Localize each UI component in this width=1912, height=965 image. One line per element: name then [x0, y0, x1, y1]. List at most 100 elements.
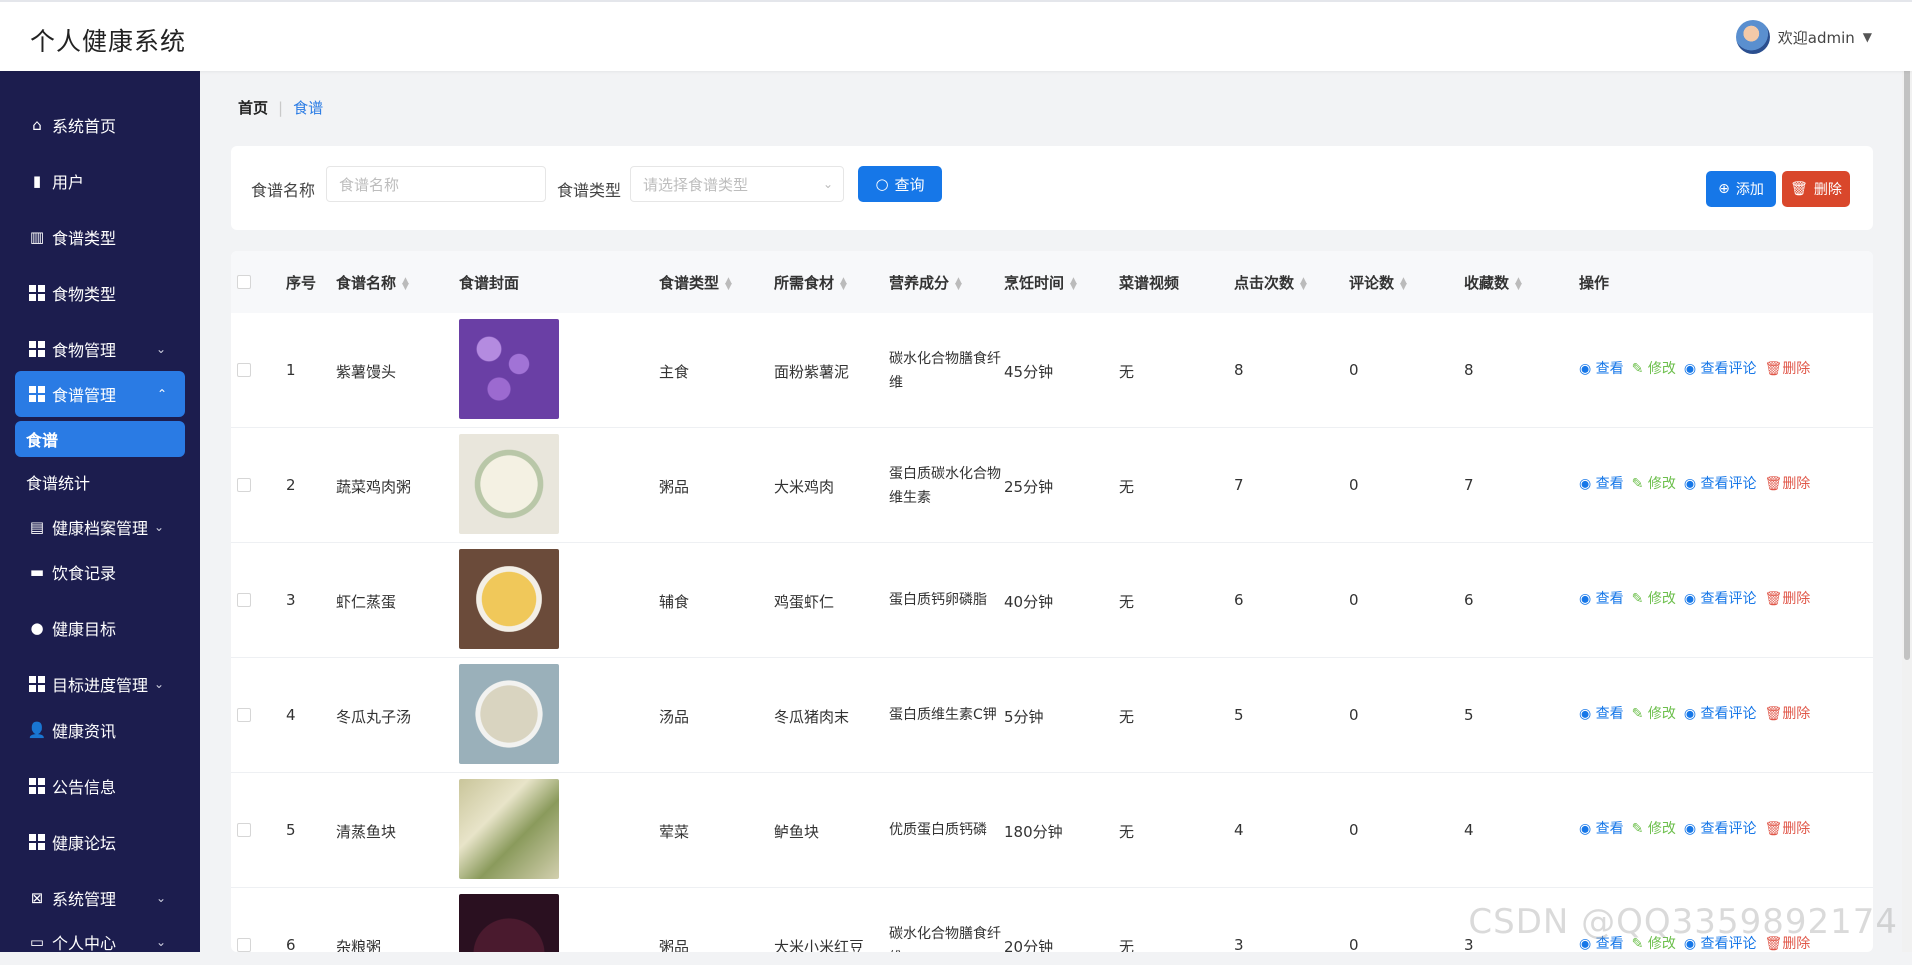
pencil-icon: ✎: [1632, 591, 1648, 607]
chevron-down-icon: ⌄: [156, 891, 166, 905]
sidebar-subitem-recipe-stats[interactable]: 食谱统计: [26, 470, 90, 494]
row-checkbox[interactable]: [237, 938, 251, 952]
view-button[interactable]: ◉ 查看: [1579, 818, 1624, 838]
scrollbar-thumb[interactable]: [1904, 10, 1910, 660]
sidebar-item-health-records[interactable]: ▤健康档案管理 ⌄: [0, 504, 200, 550]
header-comments[interactable]: 评论数▲▼: [1349, 272, 1407, 293]
header-favorites[interactable]: 收藏数▲▼: [1464, 272, 1522, 293]
sidebar-item-users[interactable]: ▮用户: [0, 158, 200, 204]
sort-icon[interactable]: ▲▼: [840, 278, 847, 290]
sidebar-item-home[interactable]: ⌂系统首页: [0, 102, 200, 148]
view-button[interactable]: ◉ 查看: [1579, 358, 1624, 378]
app-title: 个人健康系统: [30, 22, 186, 58]
sort-icon[interactable]: ▲▼: [725, 278, 732, 290]
header-cook-time[interactable]: 烹饪时间▲▼: [1004, 272, 1077, 293]
edit-button[interactable]: ✎ 修改: [1632, 588, 1676, 608]
header-ingredients[interactable]: 所需食材▲▼: [774, 272, 847, 293]
sidebar-item-announcements[interactable]: 公告信息: [0, 763, 200, 809]
trash-icon: 🗑: [1765, 591, 1783, 607]
cell-clicks: 6: [1234, 591, 1244, 609]
edit-button[interactable]: ✎ 修改: [1632, 818, 1676, 838]
header-video: 菜谱视频: [1119, 272, 1179, 293]
row-delete-button[interactable]: 🗑删除: [1765, 473, 1811, 493]
cell-video: 无: [1119, 591, 1134, 612]
cell-index: 6: [286, 936, 296, 952]
breadcrumb: 首页 | 食谱: [238, 97, 323, 118]
row-delete-button[interactable]: 🗑删除: [1765, 818, 1811, 838]
user-menu[interactable]: 欢迎admin ▼: [1736, 20, 1872, 54]
caret-down-icon[interactable]: ▼: [1863, 30, 1872, 44]
sidebar-item-system-management[interactable]: ⊠系统管理 ⌄: [0, 875, 200, 921]
row-delete-button[interactable]: 🗑删除: [1765, 588, 1811, 608]
grid-icon: [28, 385, 46, 403]
cell-index: 1: [286, 361, 296, 379]
edit-button[interactable]: ✎ 修改: [1632, 473, 1676, 493]
search-panel: 食谱名称 食谱名称 食谱类型 请选择食谱类型 ⌄ ○查询 ⊕添加 🗑删除: [231, 146, 1873, 230]
sidebar-subitem-recipes[interactable]: 食谱: [15, 421, 185, 457]
cell-clicks: 7: [1234, 476, 1244, 494]
row-checkbox[interactable]: [237, 593, 251, 607]
cell-comments: 0: [1349, 706, 1359, 724]
sidebar-item-diet-records[interactable]: ▬饮食记录: [0, 549, 200, 595]
header-name[interactable]: 食谱名称▲▼: [336, 272, 409, 293]
cell-name: 蔬菜鸡肉粥: [336, 476, 411, 497]
view-button[interactable]: ◉ 查看: [1579, 703, 1624, 723]
cell-cook-time: 45分钟: [1004, 361, 1053, 382]
sidebar-item-personal-center[interactable]: ▭个人中心 ⌄: [0, 919, 200, 965]
trash-icon: 🗑: [1790, 181, 1808, 197]
header-clicks[interactable]: 点击次数▲▼: [1234, 272, 1307, 293]
sidebar-item-goal-progress[interactable]: 目标进度管理 ⌄: [0, 661, 200, 707]
sidebar-item-health-forum[interactable]: 健康论坛: [0, 819, 200, 865]
view-button[interactable]: ◉ 查看: [1579, 588, 1624, 608]
sort-icon[interactable]: ▲▼: [1070, 278, 1077, 290]
sidebar-item-recipe-management[interactable]: 食谱管理 ⌃: [15, 371, 185, 417]
select-all-checkbox[interactable]: [237, 275, 251, 289]
view-button[interactable]: ◉ 查看: [1579, 473, 1624, 493]
grid-icon: [28, 777, 46, 795]
cell-favorites: 5: [1464, 706, 1474, 724]
recipe-type-select[interactable]: 请选择食谱类型 ⌄: [630, 166, 844, 202]
sidebar-item-food-management[interactable]: 食物管理 ⌄: [0, 326, 200, 372]
avatar[interactable]: [1736, 20, 1770, 54]
cell-comments: 0: [1349, 361, 1359, 379]
sidebar-item-recipe-types[interactable]: ▥食谱类型: [0, 214, 200, 260]
cell-comments: 0: [1349, 936, 1359, 952]
row-checkbox[interactable]: [237, 363, 251, 377]
sort-icon[interactable]: ▲▼: [1300, 278, 1307, 290]
table-row: 2 蔬菜鸡肉粥 粥品 大米鸡肉 蛋白质碳水化合物维生素 25分钟 无 7 0 7…: [231, 428, 1873, 543]
sidebar-item-food-types[interactable]: 食物类型: [0, 270, 200, 316]
edit-button[interactable]: ✎ 修改: [1632, 358, 1676, 378]
breadcrumb-home[interactable]: 首页: [238, 97, 268, 118]
row-delete-button[interactable]: 🗑删除: [1765, 703, 1811, 723]
sort-icon[interactable]: ▲▼: [955, 278, 962, 290]
edit-button[interactable]: ✎ 修改: [1632, 703, 1676, 723]
header-type[interactable]: 食谱类型▲▼: [659, 272, 732, 293]
sidebar-item-health-news[interactable]: 👤健康资讯: [0, 707, 200, 753]
header-nutrition[interactable]: 营养成分▲▼: [889, 272, 962, 293]
view-comments-button[interactable]: ◉ 查看评论: [1684, 473, 1757, 493]
sidebar-item-health-goals[interactable]: ●健康目标: [0, 605, 200, 651]
eye-icon: ◉: [1684, 821, 1701, 837]
row-delete-button[interactable]: 🗑删除: [1765, 358, 1811, 378]
recipe-name-input[interactable]: 食谱名称: [326, 166, 546, 202]
view-comments-button[interactable]: ◉ 查看评论: [1684, 358, 1757, 378]
query-button[interactable]: ○查询: [858, 166, 942, 202]
eye-icon: ◉: [1579, 361, 1596, 377]
view-comments-button[interactable]: ◉ 查看评论: [1684, 588, 1757, 608]
row-checkbox[interactable]: [237, 478, 251, 492]
view-comments-button[interactable]: ◉ 查看评论: [1684, 703, 1757, 723]
sort-icon[interactable]: ▲▼: [1400, 278, 1407, 290]
sort-icon[interactable]: ▲▼: [1515, 278, 1522, 290]
cell-ingredients: 鲈鱼块: [774, 821, 819, 842]
welcome-text[interactable]: 欢迎admin: [1778, 27, 1855, 48]
page-scrollbar[interactable]: [1902, 0, 1912, 952]
delete-button[interactable]: 🗑删除: [1782, 171, 1850, 207]
row-checkbox[interactable]: [237, 708, 251, 722]
view-comments-button[interactable]: ◉ 查看评论: [1684, 818, 1757, 838]
sort-icon[interactable]: ▲▼: [402, 278, 409, 290]
add-button[interactable]: ⊕添加: [1706, 171, 1776, 207]
row-actions: ◉ 查看 ✎ 修改 ◉ 查看评论 🗑删除: [1579, 703, 1810, 723]
row-checkbox[interactable]: [237, 823, 251, 837]
cell-favorites: 6: [1464, 591, 1474, 609]
briefcase-icon: ▬: [28, 563, 46, 581]
